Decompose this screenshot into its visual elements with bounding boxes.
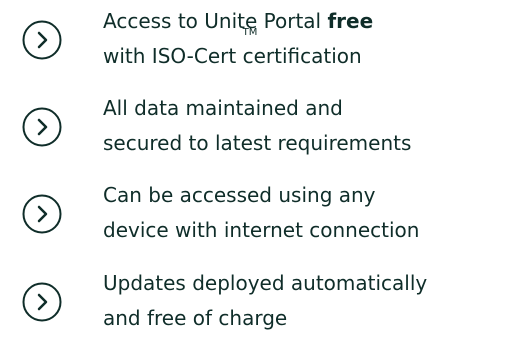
feature-line-1-text: Access to Unite Portal (103, 9, 328, 33)
trademark-mark: TM (242, 27, 258, 38)
chevron-right-circle-icon (22, 107, 62, 147)
chevron-right-circle-icon (22, 282, 62, 322)
feature-line-2-certification: certification (242, 44, 362, 68)
feature-line-2: device with internet connection (103, 218, 420, 242)
feature-text: All data maintained and secured to lates… (103, 91, 411, 161)
feature-line-2: secured to latest requirements (103, 131, 412, 155)
chevron-right-circle-icon (22, 194, 62, 234)
chevron-right-circle-icon (22, 20, 62, 60)
feature-line-2: with ISO-Cert TM certification (103, 28, 373, 74)
feature-highlight-free: free (327, 9, 374, 33)
feature-text: Can be accessed using any device with in… (103, 178, 419, 248)
feature-text: Access to Unite Portal free with ISO-Cer… (103, 4, 373, 74)
feature-line-1: Can be accessed using any (103, 183, 376, 207)
feature-line-2-text: with ISO-Cert (103, 44, 237, 68)
feature-line-1: All data maintained and (103, 96, 343, 120)
certification-word: TM certification (242, 28, 362, 74)
feature-line-1: Updates deployed automatically (103, 271, 428, 295)
feature-list: Access to Unite Portal free with ISO-Cer… (0, 0, 513, 342)
feature-line-1: Access to Unite Portal free (103, 4, 373, 39)
feature-line-2: and free of charge (103, 306, 288, 330)
feature-text: Updates deployed automatically and free … (103, 266, 427, 336)
